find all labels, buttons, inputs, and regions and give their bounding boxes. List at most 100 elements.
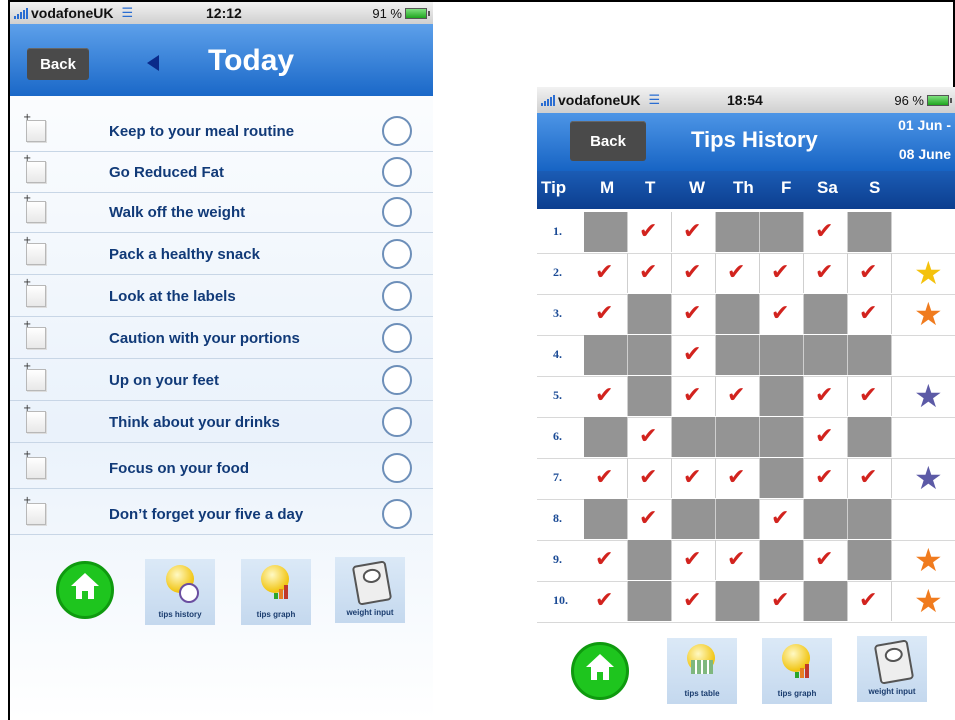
- column-header: Sa: [817, 178, 838, 197]
- tips-table-button[interactable]: tips table: [667, 638, 737, 704]
- done-cell: ✔: [716, 253, 760, 293]
- done-cell: ✔: [804, 540, 848, 580]
- done-cell: ✔: [804, 417, 848, 457]
- tip-row[interactable]: Up on your feet: [10, 360, 433, 401]
- checkmark-icon: ✔: [859, 465, 878, 490]
- document-icon: [23, 361, 46, 391]
- document-icon: [23, 235, 46, 265]
- weight-input-button[interactable]: weight input: [335, 557, 405, 623]
- checkmark-icon: ✔: [595, 588, 614, 613]
- checkmark-icon: ✔: [815, 219, 834, 244]
- tip-checkbox[interactable]: [382, 157, 412, 187]
- empty-cell: [804, 294, 848, 334]
- signal-icon: [541, 94, 555, 106]
- done-cell: ✔: [628, 253, 672, 293]
- checkmark-icon: ✔: [683, 383, 702, 408]
- done-cell: ✔: [760, 499, 804, 539]
- tip-number: 4.: [553, 347, 562, 361]
- table-row: 8. ✔ ✔: [537, 499, 955, 541]
- checkmark-icon: ✔: [727, 547, 746, 572]
- tips-graph-button[interactable]: tips graph: [241, 559, 311, 625]
- tips-history-label: tips history: [158, 610, 202, 619]
- tips-history-button[interactable]: tips history: [145, 559, 215, 625]
- empty-cell: [628, 581, 672, 621]
- tip-checkbox[interactable]: [382, 281, 412, 311]
- checkmark-icon: ✔: [815, 424, 834, 449]
- column-header: F: [781, 178, 792, 197]
- tips-graph-button[interactable]: tips graph: [762, 638, 832, 704]
- empty-cell: [584, 417, 628, 457]
- done-cell: ✔: [760, 294, 804, 334]
- empty-cell: [584, 335, 628, 375]
- tip-row[interactable]: Walk off the weight: [10, 192, 433, 233]
- tip-label: Focus on your food: [109, 459, 249, 477]
- empty-cell: [628, 294, 672, 334]
- checkmark-icon: ✔: [683, 342, 702, 367]
- empty-cell: [848, 417, 892, 457]
- back-arrow-icon[interactable]: [147, 55, 159, 71]
- tip-checkbox[interactable]: [382, 197, 412, 227]
- status-time: 18:54: [727, 92, 763, 108]
- tip-number: 5.: [553, 388, 562, 402]
- weight-input-button[interactable]: weight input: [857, 636, 927, 702]
- star-icon: ★: [914, 459, 943, 497]
- tip-label: Look at the labels: [109, 287, 236, 305]
- tip-number: 10.: [553, 593, 568, 607]
- empty-cell: [804, 499, 848, 539]
- tip-checkbox[interactable]: [382, 499, 412, 529]
- table-row: 6. ✔ ✔: [537, 417, 955, 459]
- tip-row[interactable]: Caution with your portions: [10, 318, 433, 359]
- tip-checkbox[interactable]: [382, 407, 412, 437]
- tip-label: Think about your drinks: [109, 413, 280, 431]
- document-icon: [23, 319, 46, 349]
- checkmark-icon: ✔: [815, 260, 834, 285]
- table-row: 10. ✔ ✔ ✔ ✔ ★: [537, 581, 955, 623]
- battery-percent: 96 %: [894, 92, 924, 108]
- home-button[interactable]: [50, 561, 120, 627]
- tip-row[interactable]: Don’t forget your five a day: [10, 494, 433, 535]
- tip-row[interactable]: Go Reduced Fat: [10, 152, 433, 193]
- done-cell: ✔: [804, 212, 848, 252]
- done-cell: ✔: [672, 376, 716, 416]
- tip-row[interactable]: Focus on your food: [10, 448, 433, 489]
- table-row: 2. ✔ ✔ ✔ ✔ ✔ ✔ ✔ ★: [537, 253, 955, 295]
- table-row: 3. ✔ ✔ ✔ ✔ ★: [537, 294, 955, 336]
- battery-percent: 91 %: [372, 5, 402, 21]
- tip-label: Go Reduced Fat: [109, 163, 225, 181]
- checkmark-icon: ✔: [815, 547, 834, 572]
- checkmark-icon: ✔: [859, 260, 878, 285]
- star-icon: ★: [914, 541, 943, 579]
- bottom-dock: tips table tips graph weight input: [537, 632, 955, 720]
- star-icon: ★: [914, 582, 943, 620]
- done-cell: ✔: [584, 376, 628, 416]
- tip-checkbox[interactable]: [382, 323, 412, 353]
- done-cell: ✔: [672, 294, 716, 334]
- tip-checkbox[interactable]: [382, 365, 412, 395]
- tip-checkbox[interactable]: [382, 453, 412, 483]
- tip-label: Keep to your meal routine: [109, 122, 295, 140]
- battery-icon: [405, 7, 430, 19]
- done-cell: ✔: [848, 253, 892, 293]
- table-header: Tip M T W Th F Sa S: [537, 171, 955, 209]
- tip-checkbox[interactable]: [382, 116, 412, 146]
- page-title: Today: [208, 44, 295, 77]
- battery-status: 91 %: [372, 5, 430, 21]
- done-cell: ✔: [804, 376, 848, 416]
- table-icon: [691, 660, 713, 674]
- column-header: W: [689, 178, 706, 197]
- tip-number: 9.: [553, 552, 562, 566]
- tips-table-label: tips table: [684, 689, 720, 698]
- tip-row[interactable]: Look at the labels: [10, 276, 433, 317]
- back-button[interactable]: Back: [27, 48, 89, 80]
- home-button[interactable]: [565, 638, 635, 704]
- tip-row[interactable]: Think about your drinks: [10, 402, 433, 443]
- back-button[interactable]: Back: [570, 121, 646, 161]
- empty-cell: [848, 212, 892, 252]
- tip-checkbox[interactable]: [382, 239, 412, 269]
- done-cell: ✔: [848, 458, 892, 498]
- tip-row[interactable]: Keep to your meal routine: [10, 111, 433, 152]
- home-icon: [571, 642, 629, 700]
- checkmark-icon: ✔: [639, 465, 658, 490]
- checkmark-icon: ✔: [771, 260, 790, 285]
- tip-row[interactable]: Pack a healthy snack: [10, 234, 433, 275]
